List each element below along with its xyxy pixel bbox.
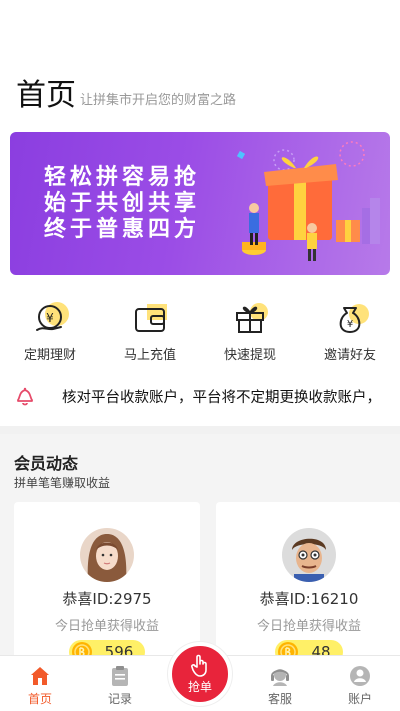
clipboard-icon xyxy=(112,666,128,686)
section-title: 会员动态 xyxy=(14,454,79,473)
money-pouch-icon: ¥ xyxy=(339,304,369,333)
quick-action-label: 马上充值 xyxy=(123,348,176,363)
page-header: 首页 让拼集市开启您的财富之路 xyxy=(16,74,236,114)
quick-action-withdraw[interactable]: 快速提现 xyxy=(200,300,300,368)
gift-icon xyxy=(236,303,268,333)
banner-line: 始于共创共享 xyxy=(44,191,201,216)
member-card: 恭喜ID:2975 今日抢单获得收益 596 xyxy=(14,502,200,672)
member-desc: 今日抢单获得收益 xyxy=(54,619,159,634)
page-title: 首页 xyxy=(16,78,76,113)
money-bag-icon: ¥ xyxy=(36,302,69,331)
quick-action-recharge[interactable]: 马上充值 xyxy=(100,300,200,368)
quick-actions: ¥ 定期理财 马上充值 快速提现 ¥ 邀请好友 xyxy=(0,300,400,368)
member-name: 恭喜ID:16210 xyxy=(259,590,359,608)
tap-hand-icon xyxy=(191,654,207,677)
quick-action-label: 定期理财 xyxy=(23,348,76,363)
quick-action-label: 快速提现 xyxy=(223,348,276,363)
quick-action-invite[interactable]: ¥ 邀请好友 xyxy=(300,300,400,368)
avatar xyxy=(282,528,336,582)
banner-line: 终于普惠四方 xyxy=(44,217,201,242)
grab-order-wrapper: 抢单 xyxy=(160,642,240,711)
quick-action-label: 邀请好友 xyxy=(323,348,376,363)
user-icon xyxy=(350,666,370,686)
tab-service[interactable]: 客服 xyxy=(240,656,320,711)
tab-label: 客服 xyxy=(267,692,292,706)
member-card: 恭喜ID:16210 今日抢单获得收益 48 xyxy=(216,502,400,672)
member-desc: 今日抢单获得收益 xyxy=(256,619,361,634)
grab-order-label: 抢单 xyxy=(187,680,212,694)
tab-home[interactable]: 首页 xyxy=(0,656,80,711)
tab-label: 账户 xyxy=(347,692,372,706)
section-subtitle: 拼单笔笔赚取收益 xyxy=(14,476,111,490)
notice-bar[interactable]: 核对平台收款账户，平台将不定期更换收款账户， xyxy=(0,378,400,414)
svg-text:¥: ¥ xyxy=(347,319,353,330)
banner-text: 轻松拼容易抢 始于共创共享 终于普惠四方 xyxy=(44,165,200,243)
page-subtitle: 让拼集市开启您的财富之路 xyxy=(80,93,237,108)
promo-banner[interactable]: 轻松拼容易抢 始于共创共享 终于普惠四方 xyxy=(10,132,390,275)
home-icon xyxy=(31,667,49,685)
tab-records[interactable]: 记录 xyxy=(80,656,160,711)
tab-account[interactable]: 账户 xyxy=(320,656,400,711)
tab-label: 记录 xyxy=(107,692,132,706)
headset-icon xyxy=(271,669,289,686)
grab-order-button[interactable]: 抢单 xyxy=(168,642,232,706)
bell-icon xyxy=(17,387,33,406)
wallet-icon xyxy=(135,304,167,332)
member-activity-section: 会员动态 拼单笔笔赚取收益 恭喜ID:2975 今日抢单获得收益 596 恭喜I… xyxy=(0,434,400,672)
notice-text: 核对平台收款账户，平台将不定期更换收款账户， xyxy=(62,389,381,406)
avatar xyxy=(80,528,134,582)
tab-label: 首页 xyxy=(27,692,52,706)
section-divider xyxy=(0,426,400,434)
svg-text:¥: ¥ xyxy=(46,311,54,325)
member-name: 恭喜ID:2975 xyxy=(62,590,152,608)
gift-box-illustration xyxy=(236,141,380,261)
quick-action-invest[interactable]: ¥ 定期理财 xyxy=(0,300,100,368)
banner-line: 轻松拼容易抢 xyxy=(44,165,201,190)
bottom-tab-bar: 首页 记录 抢单 客服 账户 xyxy=(0,642,400,711)
